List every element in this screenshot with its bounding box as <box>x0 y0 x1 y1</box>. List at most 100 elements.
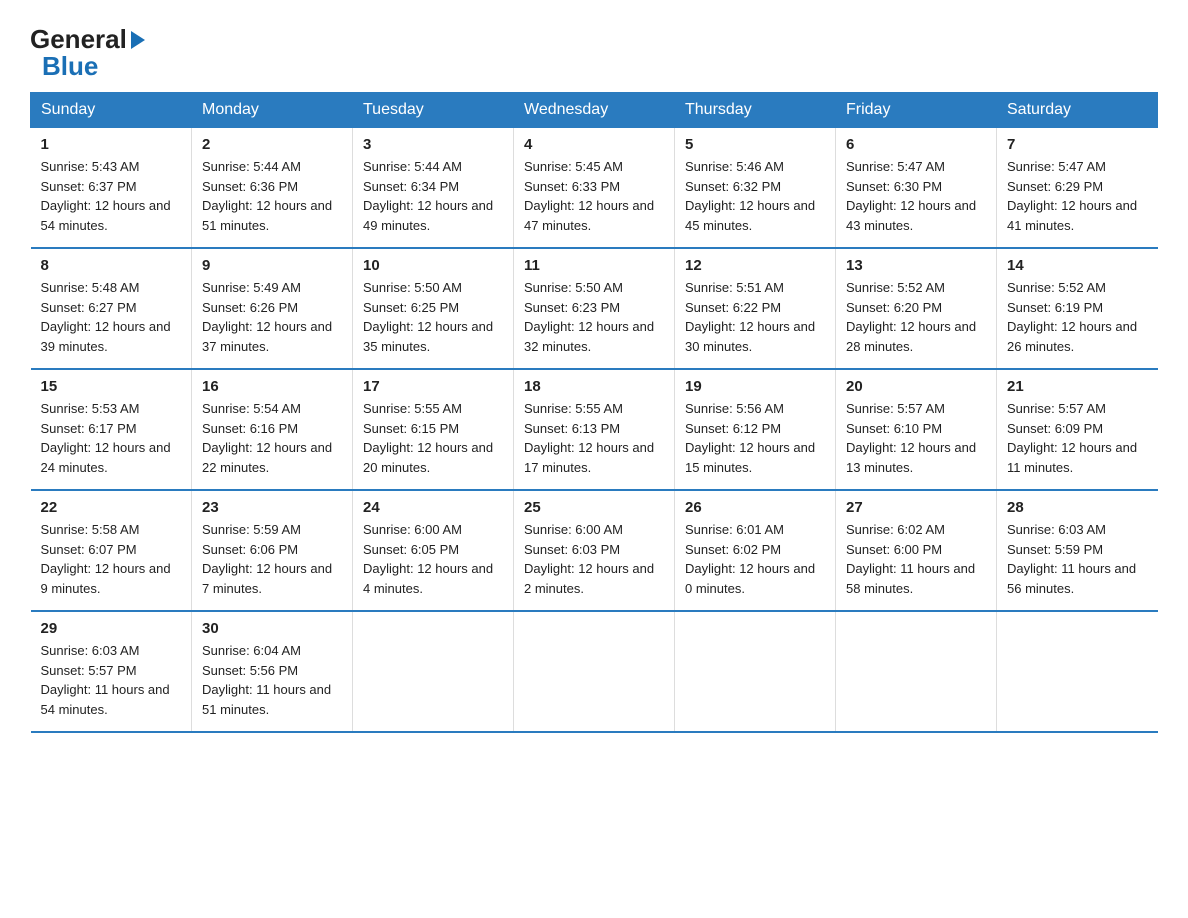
calendar-week-row: 22 Sunrise: 5:58 AM Sunset: 6:07 PM Dayl… <box>31 490 1158 611</box>
day-sunrise: Sunrise: 5:53 AM <box>41 401 140 416</box>
day-number: 20 <box>846 378 986 395</box>
day-daylight: Daylight: 12 hours and 54 minutes. <box>41 198 171 233</box>
calendar-day-cell: 18 Sunrise: 5:55 AM Sunset: 6:13 PM Dayl… <box>514 369 675 490</box>
day-number: 8 <box>41 257 182 274</box>
day-of-week-header: Friday <box>836 93 997 128</box>
day-number: 23 <box>202 499 342 516</box>
day-sunset: Sunset: 6:10 PM <box>846 421 942 436</box>
day-sunrise: Sunrise: 5:47 AM <box>1007 159 1106 174</box>
day-sunset: Sunset: 5:57 PM <box>41 663 137 678</box>
day-sunrise: Sunrise: 5:54 AM <box>202 401 301 416</box>
calendar-day-cell: 23 Sunrise: 5:59 AM Sunset: 6:06 PM Dayl… <box>192 490 353 611</box>
day-number: 10 <box>363 257 503 274</box>
day-sunrise: Sunrise: 6:03 AM <box>1007 522 1106 537</box>
day-sunset: Sunset: 6:34 PM <box>363 179 459 194</box>
day-sunset: Sunset: 6:02 PM <box>685 542 781 557</box>
calendar-day-cell: 17 Sunrise: 5:55 AM Sunset: 6:15 PM Dayl… <box>353 369 514 490</box>
day-number: 5 <box>685 136 825 153</box>
day-sunrise: Sunrise: 6:01 AM <box>685 522 784 537</box>
day-sunset: Sunset: 6:17 PM <box>41 421 137 436</box>
day-sunrise: Sunrise: 5:44 AM <box>202 159 301 174</box>
day-daylight: Daylight: 12 hours and 47 minutes. <box>524 198 654 233</box>
calendar-day-cell: 1 Sunrise: 5:43 AM Sunset: 6:37 PM Dayli… <box>31 128 192 249</box>
calendar-week-row: 1 Sunrise: 5:43 AM Sunset: 6:37 PM Dayli… <box>31 128 1158 249</box>
calendar-day-cell: 2 Sunrise: 5:44 AM Sunset: 6:36 PM Dayli… <box>192 128 353 249</box>
calendar-day-cell: 4 Sunrise: 5:45 AM Sunset: 6:33 PM Dayli… <box>514 128 675 249</box>
day-of-week-header: Sunday <box>31 93 192 128</box>
day-number: 26 <box>685 499 825 516</box>
day-number: 19 <box>685 378 825 395</box>
day-sunrise: Sunrise: 5:50 AM <box>524 280 623 295</box>
day-daylight: Daylight: 12 hours and 32 minutes. <box>524 319 654 354</box>
day-sunrise: Sunrise: 5:50 AM <box>363 280 462 295</box>
logo[interactable]: General Blue <box>30 24 145 82</box>
day-sunset: Sunset: 6:00 PM <box>846 542 942 557</box>
day-sunrise: Sunrise: 5:55 AM <box>524 401 623 416</box>
calendar-day-cell: 10 Sunrise: 5:50 AM Sunset: 6:25 PM Dayl… <box>353 248 514 369</box>
day-of-week-header: Saturday <box>997 93 1158 128</box>
calendar-day-cell: 28 Sunrise: 6:03 AM Sunset: 5:59 PM Dayl… <box>997 490 1158 611</box>
day-number: 1 <box>41 136 182 153</box>
calendar-day-cell: 21 Sunrise: 5:57 AM Sunset: 6:09 PM Dayl… <box>997 369 1158 490</box>
day-sunset: Sunset: 6:19 PM <box>1007 300 1103 315</box>
day-number: 27 <box>846 499 986 516</box>
calendar-day-cell <box>997 611 1158 732</box>
calendar-day-cell: 29 Sunrise: 6:03 AM Sunset: 5:57 PM Dayl… <box>31 611 192 732</box>
day-sunrise: Sunrise: 6:03 AM <box>41 643 140 658</box>
day-sunset: Sunset: 6:27 PM <box>41 300 137 315</box>
day-sunset: Sunset: 6:05 PM <box>363 542 459 557</box>
calendar-day-cell: 14 Sunrise: 5:52 AM Sunset: 6:19 PM Dayl… <box>997 248 1158 369</box>
day-number: 28 <box>1007 499 1148 516</box>
day-sunrise: Sunrise: 5:52 AM <box>1007 280 1106 295</box>
day-sunset: Sunset: 6:07 PM <box>41 542 137 557</box>
calendar-day-cell: 22 Sunrise: 5:58 AM Sunset: 6:07 PM Dayl… <box>31 490 192 611</box>
day-sunrise: Sunrise: 5:58 AM <box>41 522 140 537</box>
day-daylight: Daylight: 12 hours and 24 minutes. <box>41 440 171 475</box>
calendar-day-cell <box>675 611 836 732</box>
day-sunset: Sunset: 6:37 PM <box>41 179 137 194</box>
day-of-week-header: Thursday <box>675 93 836 128</box>
day-number: 12 <box>685 257 825 274</box>
day-daylight: Daylight: 12 hours and 20 minutes. <box>363 440 493 475</box>
day-daylight: Daylight: 12 hours and 37 minutes. <box>202 319 332 354</box>
day-number: 22 <box>41 499 182 516</box>
day-number: 24 <box>363 499 503 516</box>
day-number: 3 <box>363 136 503 153</box>
day-sunset: Sunset: 6:30 PM <box>846 179 942 194</box>
day-number: 30 <box>202 620 342 637</box>
day-of-week-header: Monday <box>192 93 353 128</box>
day-sunset: Sunset: 6:32 PM <box>685 179 781 194</box>
day-sunset: Sunset: 6:09 PM <box>1007 421 1103 436</box>
day-number: 2 <box>202 136 342 153</box>
day-sunset: Sunset: 6:16 PM <box>202 421 298 436</box>
calendar-day-cell: 11 Sunrise: 5:50 AM Sunset: 6:23 PM Dayl… <box>514 248 675 369</box>
calendar-week-row: 29 Sunrise: 6:03 AM Sunset: 5:57 PM Dayl… <box>31 611 1158 732</box>
day-number: 14 <box>1007 257 1148 274</box>
day-sunset: Sunset: 6:23 PM <box>524 300 620 315</box>
day-daylight: Daylight: 12 hours and 9 minutes. <box>41 561 171 596</box>
day-number: 16 <box>202 378 342 395</box>
day-sunset: Sunset: 6:36 PM <box>202 179 298 194</box>
calendar-week-row: 8 Sunrise: 5:48 AM Sunset: 6:27 PM Dayli… <box>31 248 1158 369</box>
day-sunset: Sunset: 5:56 PM <box>202 663 298 678</box>
day-sunrise: Sunrise: 5:56 AM <box>685 401 784 416</box>
day-daylight: Daylight: 12 hours and 2 minutes. <box>524 561 654 596</box>
day-daylight: Daylight: 11 hours and 51 minutes. <box>202 682 331 717</box>
day-sunset: Sunset: 6:25 PM <box>363 300 459 315</box>
day-sunset: Sunset: 5:59 PM <box>1007 542 1103 557</box>
calendar-day-cell: 26 Sunrise: 6:01 AM Sunset: 6:02 PM Dayl… <box>675 490 836 611</box>
day-number: 4 <box>524 136 664 153</box>
day-sunrise: Sunrise: 5:55 AM <box>363 401 462 416</box>
day-sunset: Sunset: 6:26 PM <box>202 300 298 315</box>
calendar-day-cell: 9 Sunrise: 5:49 AM Sunset: 6:26 PM Dayli… <box>192 248 353 369</box>
day-sunrise: Sunrise: 5:57 AM <box>846 401 945 416</box>
calendar-day-cell: 19 Sunrise: 5:56 AM Sunset: 6:12 PM Dayl… <box>675 369 836 490</box>
calendar-day-cell: 30 Sunrise: 6:04 AM Sunset: 5:56 PM Dayl… <box>192 611 353 732</box>
calendar-header-row: SundayMondayTuesdayWednesdayThursdayFrid… <box>31 93 1158 128</box>
day-sunrise: Sunrise: 5:59 AM <box>202 522 301 537</box>
day-daylight: Daylight: 12 hours and 15 minutes. <box>685 440 815 475</box>
calendar-day-cell: 8 Sunrise: 5:48 AM Sunset: 6:27 PM Dayli… <box>31 248 192 369</box>
calendar-day-cell <box>836 611 997 732</box>
day-sunset: Sunset: 6:03 PM <box>524 542 620 557</box>
day-daylight: Daylight: 12 hours and 39 minutes. <box>41 319 171 354</box>
